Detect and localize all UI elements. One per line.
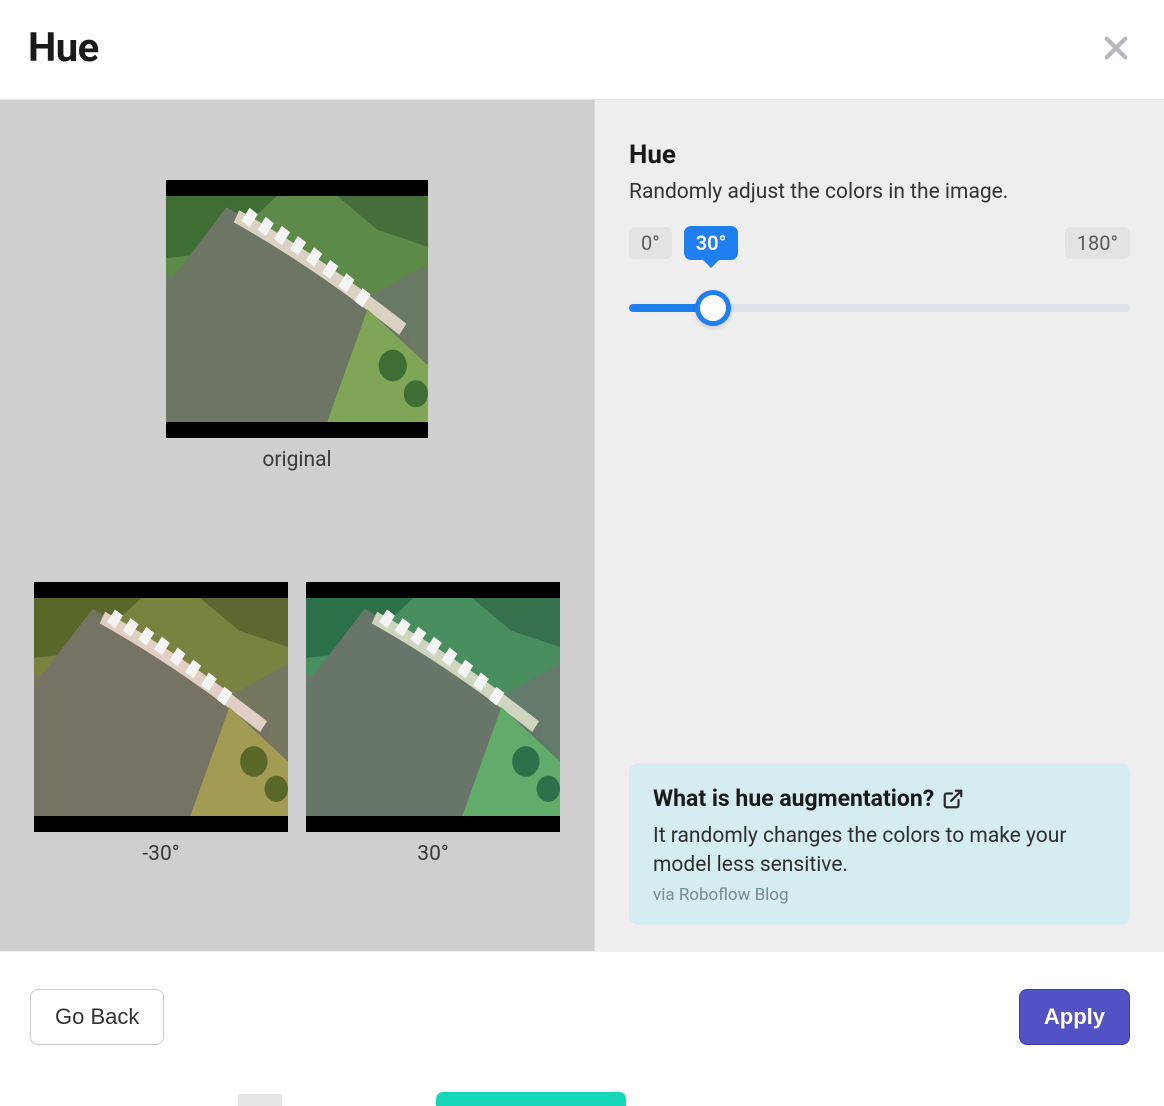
preview-label: 30° bbox=[417, 842, 448, 866]
modal-footer: Go Back Apply bbox=[0, 951, 1164, 1061]
preview-original: original bbox=[166, 180, 428, 472]
preview-image bbox=[306, 582, 560, 832]
cutoff-stub bbox=[238, 1094, 282, 1106]
preview-negative: -30° bbox=[34, 582, 288, 866]
info-body: It randomly changes the colors to make y… bbox=[653, 822, 1106, 879]
modal-header: Hue bbox=[0, 0, 1164, 99]
info-heading[interactable]: What is hue augmentation? bbox=[653, 785, 1106, 812]
control-description: Randomly adjust the colors in the image. bbox=[629, 180, 1130, 204]
preview-label: original bbox=[262, 448, 331, 472]
slider-thumb[interactable] bbox=[695, 290, 731, 326]
modal-body: original bbox=[0, 99, 1164, 951]
hue-slider[interactable] bbox=[629, 288, 1130, 328]
info-attribution: via Roboflow Blog bbox=[653, 885, 1106, 905]
info-heading-text: What is hue augmentation? bbox=[653, 785, 934, 812]
modal-title: Hue bbox=[28, 24, 99, 71]
preview-image bbox=[34, 582, 288, 832]
slider-max-label: 180° bbox=[1065, 227, 1130, 259]
slider-labels: 0° 30° 180° bbox=[629, 226, 1130, 260]
preview-positive: 30° bbox=[306, 582, 560, 866]
external-link-icon bbox=[942, 788, 964, 810]
control-title: Hue bbox=[629, 140, 1130, 170]
preview-label: -30° bbox=[142, 842, 179, 866]
go-back-button[interactable]: Go Back bbox=[30, 989, 164, 1045]
info-card: What is hue augmentation? It randomly ch… bbox=[629, 763, 1130, 925]
slider-value-tooltip: 30° bbox=[684, 226, 739, 260]
apply-button[interactable]: Apply bbox=[1019, 989, 1130, 1045]
controls-pane: Hue Randomly adjust the colors in the im… bbox=[594, 100, 1164, 951]
preview-pane: original bbox=[0, 100, 594, 951]
slider-min-label: 0° bbox=[629, 227, 672, 259]
close-icon[interactable] bbox=[1100, 32, 1132, 64]
preview-image bbox=[166, 180, 428, 438]
